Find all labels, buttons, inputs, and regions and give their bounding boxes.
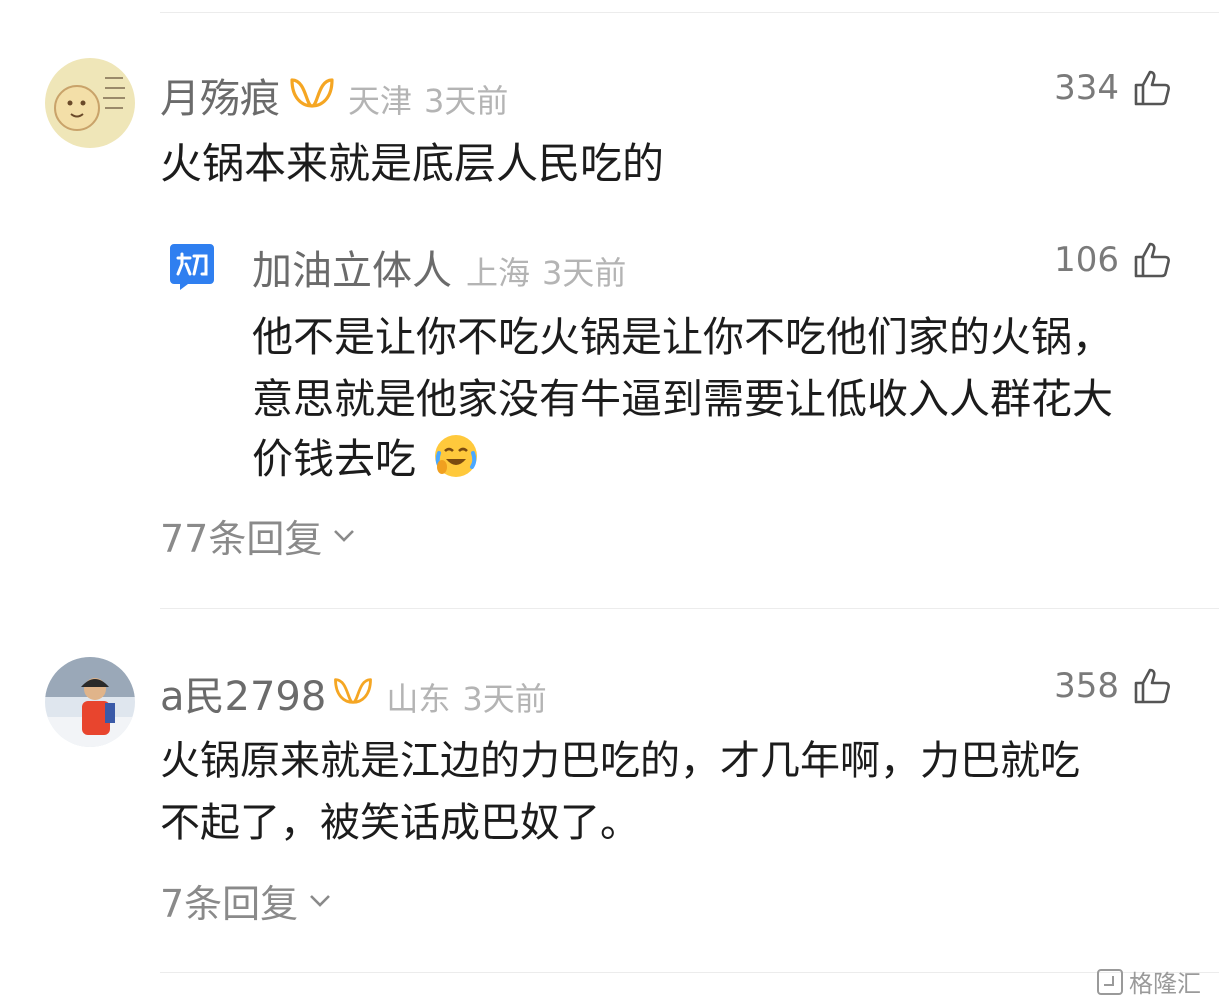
username[interactable]: 加油立体人 — [252, 238, 452, 296]
reply-text-line: 意思就是他家没有牛逼到需要让低收入人群花大 — [252, 375, 1113, 423]
username[interactable]: 月殇痕 — [160, 66, 280, 124]
thumbs-up-icon — [1134, 242, 1170, 278]
comment-header: a民2798 山东 3天前 — [160, 664, 547, 722]
comment-text-line: 不起了，被笑话成巴奴了。 — [160, 800, 640, 846]
crying-laugh-emoji-icon — [433, 433, 479, 489]
like-count: 358 — [1054, 666, 1119, 706]
timestamp: 3天前 — [462, 680, 547, 718]
comment-header: 月殇痕 天津 3天前 — [160, 66, 508, 124]
location: 上海 — [466, 254, 531, 292]
top-divider — [160, 12, 1219, 13]
reply-count: 7条回复 — [160, 882, 299, 926]
expand-replies-button[interactable]: 7条回复 — [160, 873, 332, 928]
reply-header: 加油立体人 上海 3天前 — [252, 238, 626, 296]
like-button[interactable]: 358 — [1054, 666, 1171, 706]
timestamp: 3天前 — [542, 254, 627, 292]
chevron-down-icon — [334, 529, 355, 542]
comment-text: 火锅本来就是底层人民吃的 — [160, 139, 665, 188]
vip-badge-icon — [332, 675, 374, 711]
avatar[interactable] — [45, 657, 135, 747]
watermark-logo-icon — [1097, 968, 1123, 995]
thumbs-up-icon — [1134, 668, 1170, 704]
watermark: 格隆汇 — [1097, 964, 1201, 999]
location: 天津 — [348, 82, 413, 120]
brand-logo-icon[interactable] — [168, 242, 216, 290]
username[interactable]: a民2798 — [160, 664, 326, 722]
comment-divider — [160, 972, 1219, 973]
reply-count: 77条回复 — [160, 517, 323, 561]
like-count: 334 — [1054, 68, 1119, 108]
reply-text-line: 他不是让你不吃火锅是让你不吃他们家的火锅， — [252, 313, 1113, 361]
location: 山东 — [386, 680, 451, 718]
comment-text-line: 火锅原来就是江边的力巴吃的，才几年啊，力巴就吃 — [160, 738, 1080, 784]
chevron-down-icon — [310, 894, 331, 907]
like-button[interactable]: 334 — [1054, 68, 1171, 108]
like-button[interactable]: 106 — [1054, 240, 1171, 280]
avatar[interactable] — [45, 58, 135, 148]
reply-text-line-last: 价钱去吃 — [252, 425, 479, 489]
expand-replies-button[interactable]: 77条回复 — [160, 508, 356, 563]
timestamp: 3天前 — [424, 82, 509, 120]
like-count: 106 — [1054, 240, 1119, 280]
watermark-text: 格隆汇 — [1129, 970, 1201, 998]
reply-text-fragment: 价钱去吃 — [252, 435, 416, 483]
vip-badge-icon — [288, 76, 336, 114]
comment-divider — [160, 608, 1219, 609]
thumbs-up-icon — [1134, 70, 1170, 106]
